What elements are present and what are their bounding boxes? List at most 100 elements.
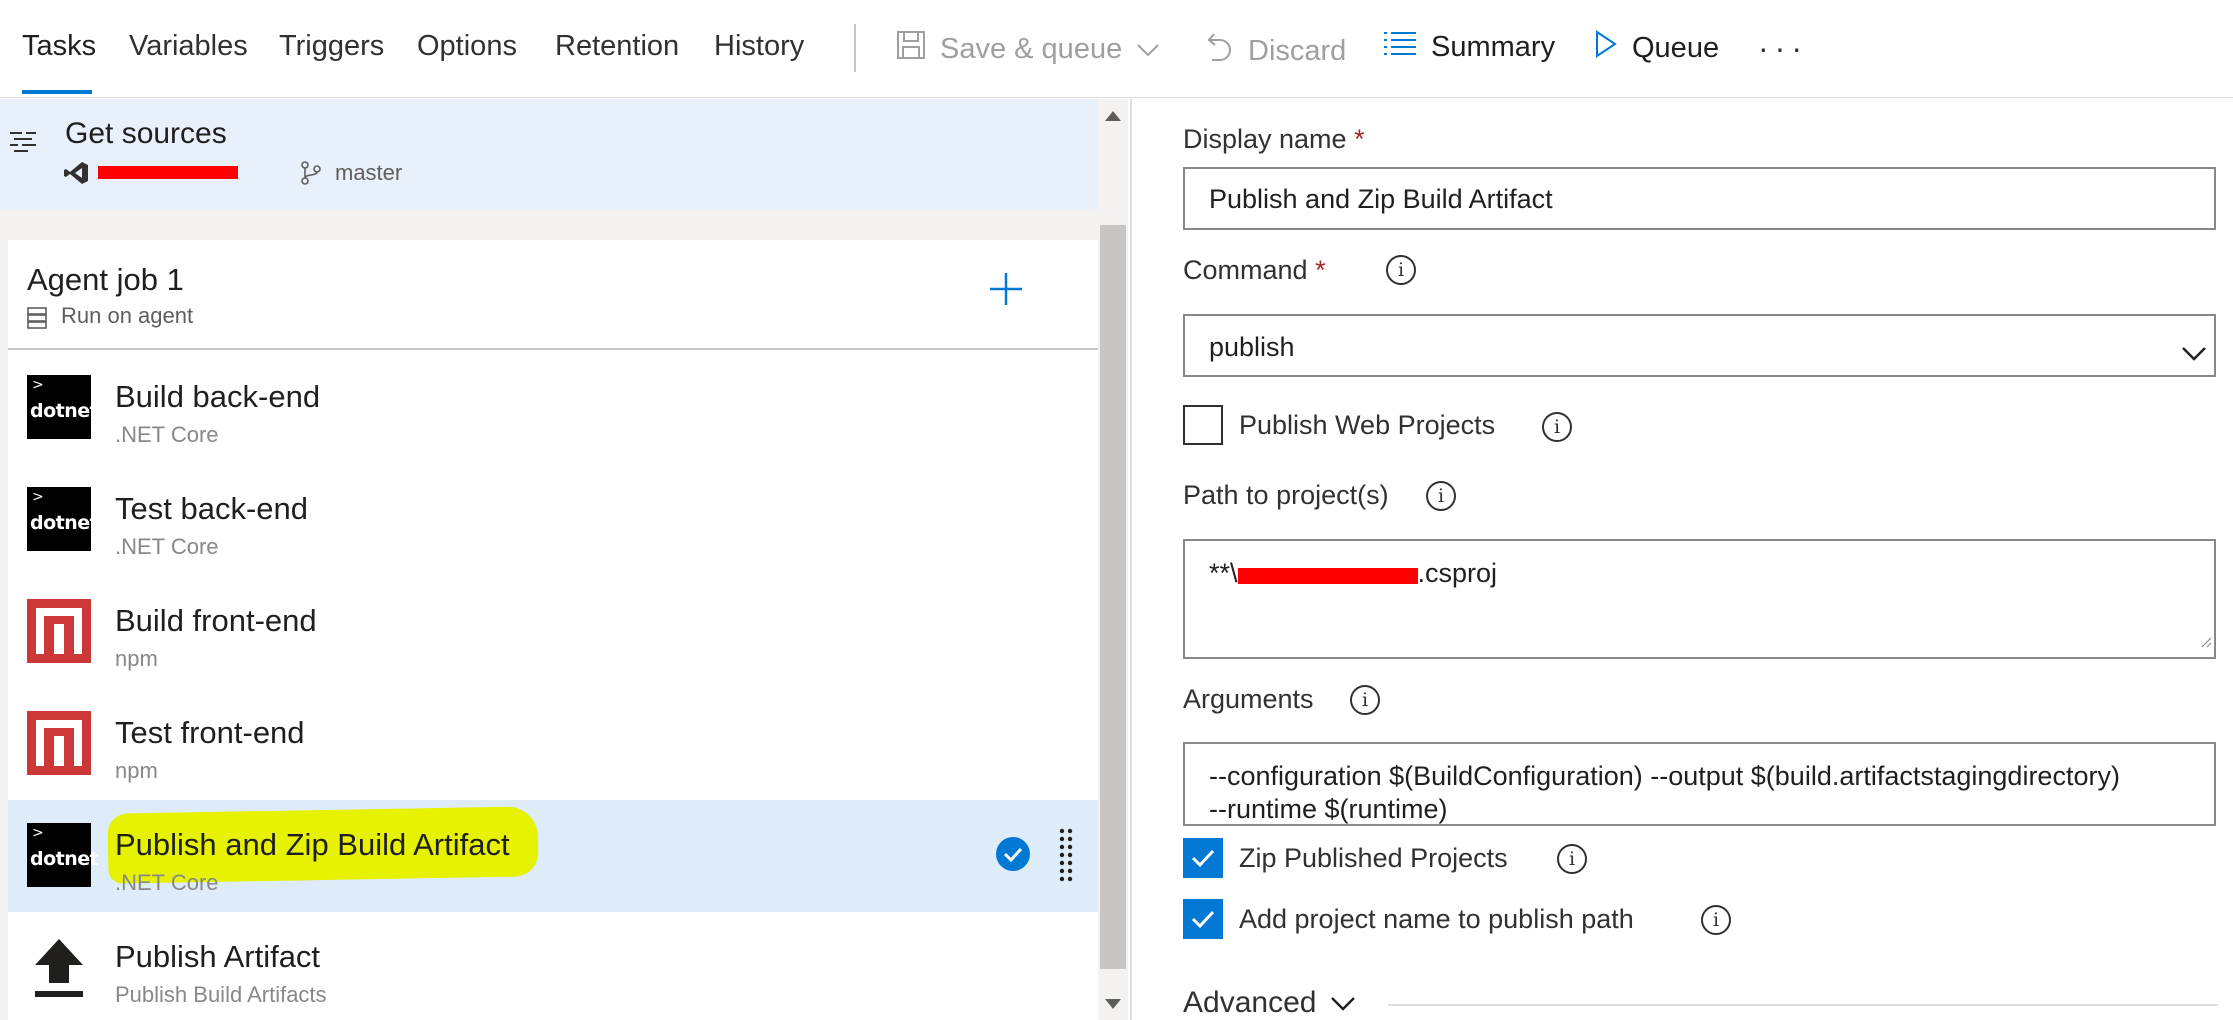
queue-label: Queue — [1632, 31, 1720, 64]
chevron-down-icon — [2181, 338, 2207, 369]
tasks-scrollbar[interactable] — [1098, 99, 1128, 1020]
scroll-thumb[interactable] — [1100, 225, 1126, 969]
path-info-icon[interactable]: i — [1426, 481, 1456, 511]
display-name-input[interactable]: Publish and Zip Build Artifact — [1183, 167, 2216, 230]
list-icon — [1383, 30, 1417, 64]
tab-retention[interactable]: Retention — [555, 30, 679, 63]
summary-label: Summary — [1431, 30, 1556, 63]
required-marker: * — [1315, 255, 1326, 285]
pipeline-tasks-panel: Get sources master Agent job 1 Run on ag… — [0, 99, 1098, 1020]
task-item-build-back-end[interactable]: > dotnet Build back-end .NET Core — [8, 352, 1098, 464]
arguments-info-icon[interactable]: i — [1350, 685, 1380, 715]
tab-variables[interactable]: Variables — [129, 30, 248, 63]
chevron-down-icon — [1330, 986, 1356, 1020]
task-title: Build back-end — [115, 379, 321, 414]
arguments-label: Arguments — [1183, 684, 1314, 714]
arguments-textarea[interactable]: --configuration $(BuildConfiguration) --… — [1183, 742, 2216, 826]
task-title: Test back-end — [115, 491, 308, 526]
arguments-line-1: --configuration $(BuildConfiguration) --… — [1209, 761, 2120, 791]
agent-job-header[interactable]: Agent job 1 Run on agent — [8, 240, 1098, 350]
advanced-section-toggle[interactable]: Advanced — [1183, 986, 1356, 1020]
sources-lines-icon — [8, 129, 38, 162]
add-project-name-info-icon[interactable]: i — [1701, 905, 1731, 935]
save-and-queue-label: Save & queue — [940, 32, 1123, 65]
publish-web-projects-checkbox[interactable] — [1183, 405, 1223, 445]
top-toolbar: Tasks Variables Triggers Options Retenti… — [0, 0, 2233, 98]
task-title: Build front-end — [115, 603, 317, 638]
zip-published-projects-label: Zip Published Projects — [1239, 843, 1508, 873]
dotnet-icon: > dotnet — [27, 487, 99, 551]
resize-grip-icon[interactable] — [2200, 624, 2212, 655]
npm-icon — [27, 711, 91, 775]
discard-label: Discard — [1248, 34, 1347, 67]
tab-history[interactable]: History — [714, 30, 804, 63]
scroll-up-arrow-icon[interactable] — [1105, 111, 1121, 121]
checkmark-icon — [1191, 910, 1215, 929]
path-to-projects-label: Path to project(s) — [1183, 480, 1389, 510]
add-task-button[interactable] — [988, 268, 1024, 316]
task-subtitle: .NET Core — [115, 534, 219, 559]
task-subtitle: npm — [115, 758, 158, 783]
command-label: Command * — [1183, 255, 1326, 285]
plus-icon — [990, 273, 1022, 305]
publish-web-projects-label: Publish Web Projects — [1239, 410, 1496, 440]
summary-button[interactable]: Summary — [1383, 30, 1555, 64]
task-item-publish-artifact[interactable]: Publish Artifact Publish Build Artifacts — [8, 912, 1098, 1020]
tab-tasks[interactable]: Tasks — [22, 30, 96, 63]
advanced-divider — [1388, 1004, 2218, 1006]
undo-icon — [1206, 30, 1234, 72]
task-item-build-front-end[interactable]: Build front-end npm — [8, 576, 1098, 688]
required-marker: * — [1354, 124, 1365, 154]
discard-button[interactable]: Discard — [1206, 30, 1346, 72]
checkmark-icon — [1191, 849, 1215, 868]
branch-name: master — [335, 160, 403, 185]
branch-icon — [300, 161, 322, 190]
get-sources-item[interactable]: Get sources master — [0, 99, 1098, 209]
save-icon — [896, 30, 926, 68]
task-subtitle: npm — [115, 646, 158, 671]
zip-info-icon[interactable]: i — [1557, 844, 1587, 874]
task-item-publish-and-zip[interactable]: > dotnet Publish and Zip Build Artifact .… — [8, 800, 1098, 912]
play-icon — [1594, 30, 1618, 66]
add-project-name-checkbox[interactable] — [1183, 899, 1223, 939]
panel-divider — [1130, 99, 1132, 1020]
display-name-value: Publish and Zip Build Artifact — [1209, 184, 1553, 214]
scroll-down-arrow-icon[interactable] — [1105, 999, 1121, 1009]
display-name-label: Display name * — [1183, 124, 1365, 154]
save-and-queue-button[interactable]: Save & queue — [896, 30, 1160, 68]
zip-published-projects-checkbox[interactable] — [1183, 838, 1223, 878]
jobs-list: Agent job 1 Run on agent > dotnet Build b… — [8, 240, 1098, 1020]
task-title: Publish Artifact — [115, 939, 321, 974]
path-to-projects-textarea[interactable]: **\ .csproj — [1183, 539, 2216, 659]
server-icon — [27, 307, 47, 334]
task-title: Test front-end — [115, 715, 305, 750]
more-actions-button[interactable]: ··· — [1758, 30, 1808, 67]
redacted-repo-name — [98, 166, 238, 179]
npm-icon — [27, 599, 91, 663]
drag-handle-icon[interactable] — [1058, 828, 1074, 889]
visual-studio-repo-icon — [63, 161, 89, 190]
arguments-line-2: --runtime $(runtime) — [1209, 794, 1448, 824]
command-select[interactable]: publish — [1183, 314, 2216, 377]
task-item-test-front-end[interactable]: Test front-end npm — [8, 688, 1098, 800]
enabled-check-icon — [996, 837, 1030, 871]
task-subtitle: Publish Build Artifacts — [115, 982, 327, 1007]
publish-web-projects-info-icon[interactable]: i — [1542, 412, 1572, 442]
dotnet-icon: > dotnet — [27, 375, 99, 439]
tab-triggers[interactable]: Triggers — [279, 30, 384, 63]
task-subtitle: .NET Core — [115, 870, 219, 895]
task-item-test-back-end[interactable]: > dotnet Test back-end .NET Core — [8, 464, 1098, 576]
agent-job-subtitle: Run on agent — [61, 303, 194, 328]
redacted-project-name — [1237, 568, 1418, 584]
upload-icon — [27, 935, 91, 999]
agent-job-title: Agent job 1 — [27, 262, 184, 297]
tab-options[interactable]: Options — [417, 30, 517, 63]
chevron-down-icon — [1136, 33, 1160, 66]
task-title: Publish and Zip Build Artifact — [115, 827, 510, 862]
command-info-icon[interactable]: i — [1386, 255, 1416, 285]
command-value: publish — [1209, 332, 1295, 362]
add-project-name-label: Add project name to publish path — [1239, 904, 1634, 934]
toolbar-divider — [854, 24, 856, 72]
queue-button[interactable]: Queue — [1594, 30, 1719, 66]
dotnet-icon: > dotnet — [27, 823, 99, 887]
